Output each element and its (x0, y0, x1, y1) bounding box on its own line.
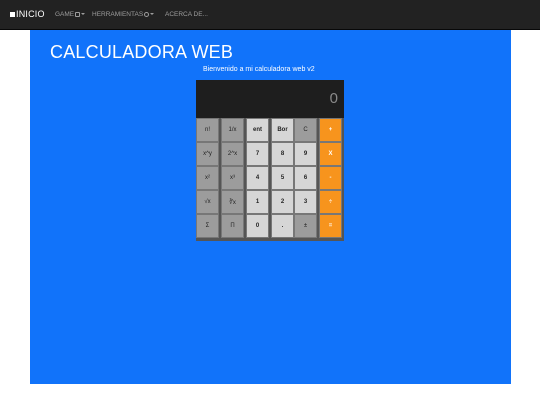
nav-herramientas-label: HERRAMIENTAS (92, 11, 144, 18)
navbar: INICIO GAME HERRAMIENTAS ACERCA DE... (0, 0, 540, 30)
nav-herramientas-dropdown[interactable]: HERRAMIENTAS (92, 11, 155, 18)
key-product[interactable]: Π (221, 214, 244, 238)
key-ent[interactable]: ent (246, 118, 269, 142)
key-reciprocal[interactable]: 1/x (221, 118, 244, 142)
nav-game-dropdown[interactable]: GAME (55, 11, 86, 18)
key-negate[interactable]: ± (294, 214, 317, 238)
key-summation[interactable]: Σ (196, 214, 219, 238)
page-subtitle: Bienvenido a mi calculadora web v2 (203, 66, 315, 73)
home-link[interactable]: INICIO (10, 9, 45, 19)
key-clear[interactable]: C (294, 118, 317, 142)
home-icon (10, 12, 15, 17)
chevron-down-icon (81, 13, 86, 15)
key-decimal[interactable]: . (271, 214, 294, 238)
key-factorial[interactable]: n! (196, 118, 219, 142)
page-title: CALCULADORA WEB (50, 42, 234, 62)
key-square-root[interactable]: √x (196, 190, 219, 214)
nav-acerca-label: ACERCA DE... (165, 11, 208, 18)
key-8[interactable]: 8 (271, 142, 294, 166)
key-9[interactable]: 9 (294, 142, 317, 166)
key-cube[interactable]: x³ (221, 166, 244, 190)
gamepad-icon (75, 12, 81, 17)
key-divide[interactable]: ÷ (319, 190, 342, 214)
key-1[interactable]: 1 (246, 190, 269, 214)
key-7[interactable]: 7 (246, 142, 269, 166)
key-subtract[interactable]: - (319, 166, 342, 190)
display-value: 0 (329, 90, 338, 107)
key-equals[interactable]: = (319, 214, 342, 238)
nav-acerca-link[interactable]: ACERCA DE... (165, 11, 208, 18)
key-square[interactable]: x² (196, 166, 219, 190)
key-2[interactable]: 2 (271, 190, 294, 214)
key-0[interactable]: 0 (246, 214, 269, 238)
key-cube-root[interactable]: ∛x (221, 190, 244, 214)
key-3[interactable]: 3 (294, 190, 317, 214)
key-bor[interactable]: Bor (271, 118, 294, 142)
chevron-down-icon (150, 13, 155, 15)
calculator-display: 0 (196, 80, 344, 118)
key-multiply[interactable]: X (319, 142, 342, 166)
key-5[interactable]: 5 (271, 166, 294, 190)
key-6[interactable]: 6 (294, 166, 317, 190)
key-add[interactable]: + (319, 118, 342, 142)
nav-game-label: GAME (55, 11, 75, 18)
gear-icon (144, 12, 150, 17)
calculator: 0 n! 1/x ent Bor C + x^y 2^x 7 8 9 X x² … (196, 80, 344, 241)
brand-label: INICIO (16, 9, 45, 19)
key-power[interactable]: x^y (196, 142, 219, 166)
key-4[interactable]: 4 (246, 166, 269, 190)
key-two-power[interactable]: 2^x (221, 142, 244, 166)
